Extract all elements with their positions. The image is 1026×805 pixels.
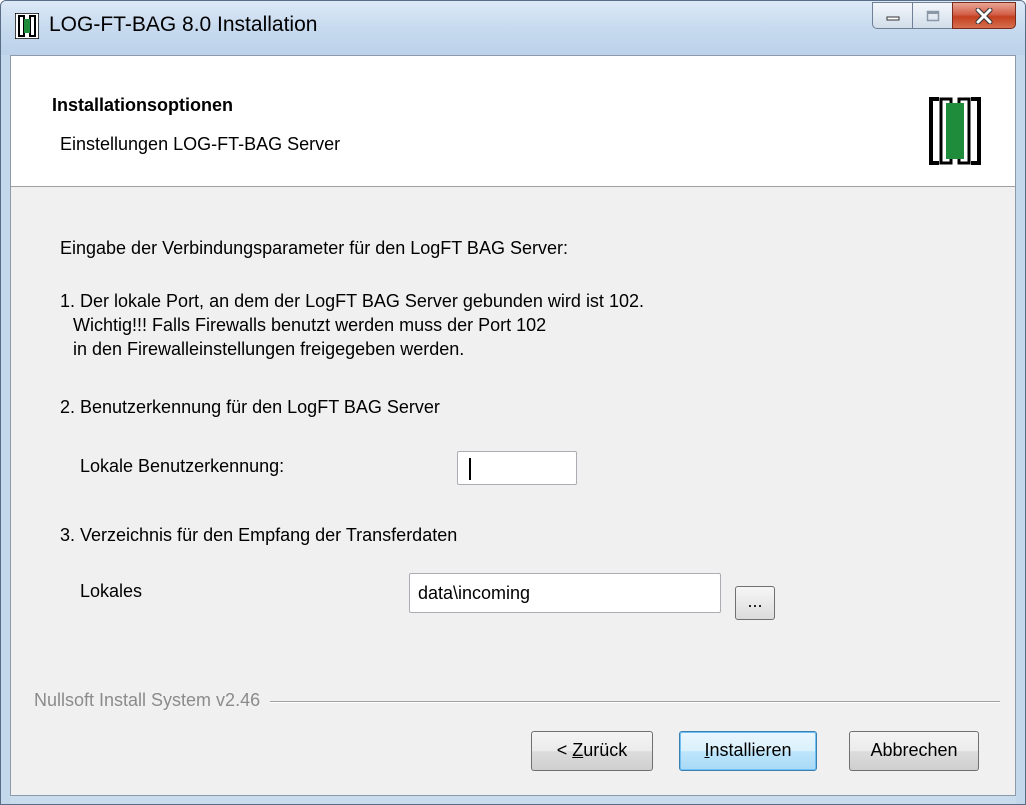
- back-mnemonic: Z: [572, 740, 584, 760]
- back-prefix: <: [556, 740, 573, 760]
- window-frame-right: [1016, 55, 1025, 804]
- step1-line1: 1. Der lokale Port, an dem der LogFT BAG…: [60, 291, 644, 311]
- back-label-rest: urück: [583, 740, 628, 760]
- text-caret: [469, 458, 471, 480]
- app-icon: [15, 13, 39, 39]
- cancel-button[interactable]: Abbrechen: [849, 731, 979, 771]
- title-bar[interactable]: LOG-FT-BAG 8.0 Installation: [1, 1, 1025, 55]
- directory-value: data\incoming: [418, 583, 531, 603]
- directory-label: Lokales: [80, 581, 143, 601]
- page-title: Installationsoptionen: [52, 95, 234, 115]
- close-button[interactable]: [952, 2, 1016, 29]
- step1-line3: in den Firewalleinstellungen freigegeben…: [73, 339, 465, 359]
- minimize-button[interactable]: [872, 2, 912, 29]
- browse-button[interactable]: ...: [735, 586, 775, 620]
- user-id-input[interactable]: [457, 451, 577, 485]
- dialog-client-area: Installationsoptionen Einstellungen LOG-…: [10, 55, 1016, 796]
- maximize-icon: [926, 10, 939, 21]
- step2-text: 2. Benutzerkennung für den LogFT BAG Ser…: [60, 397, 440, 417]
- installer-window: LOG-FT-BAG 8.0 Installation Installation…: [0, 0, 1026, 805]
- close-icon: [975, 7, 993, 24]
- install-button[interactable]: Installieren: [679, 731, 817, 771]
- branding-text: Nullsoft Install System v2.46: [34, 690, 271, 711]
- step3-text: 3. Verzeichnis für den Empfang der Trans…: [60, 525, 458, 545]
- install-label-rest: nstallieren: [709, 740, 792, 760]
- window-title: LOG-FT-BAG 8.0 Installation: [49, 13, 318, 36]
- maximize-button[interactable]: [912, 2, 952, 29]
- back-button[interactable]: < Zurück: [531, 731, 653, 771]
- directory-input[interactable]: data\incoming: [409, 573, 721, 613]
- user-id-label: Lokale Benutzerkennung:: [80, 456, 285, 476]
- intro-text: Eingabe der Verbindungsparameter für den…: [60, 238, 568, 258]
- page-header: Installationsoptionen Einstellungen LOG-…: [11, 56, 1015, 187]
- logo-icon: [929, 97, 981, 165]
- minimize-icon: [886, 16, 899, 20]
- window-frame-left: [1, 55, 10, 804]
- window-controls: [872, 2, 1016, 30]
- page-subtitle: Einstellungen LOG-FT-BAG Server: [60, 134, 341, 154]
- step1-line2: Wichtig!!! Falls Firewalls benutzt werde…: [73, 315, 547, 335]
